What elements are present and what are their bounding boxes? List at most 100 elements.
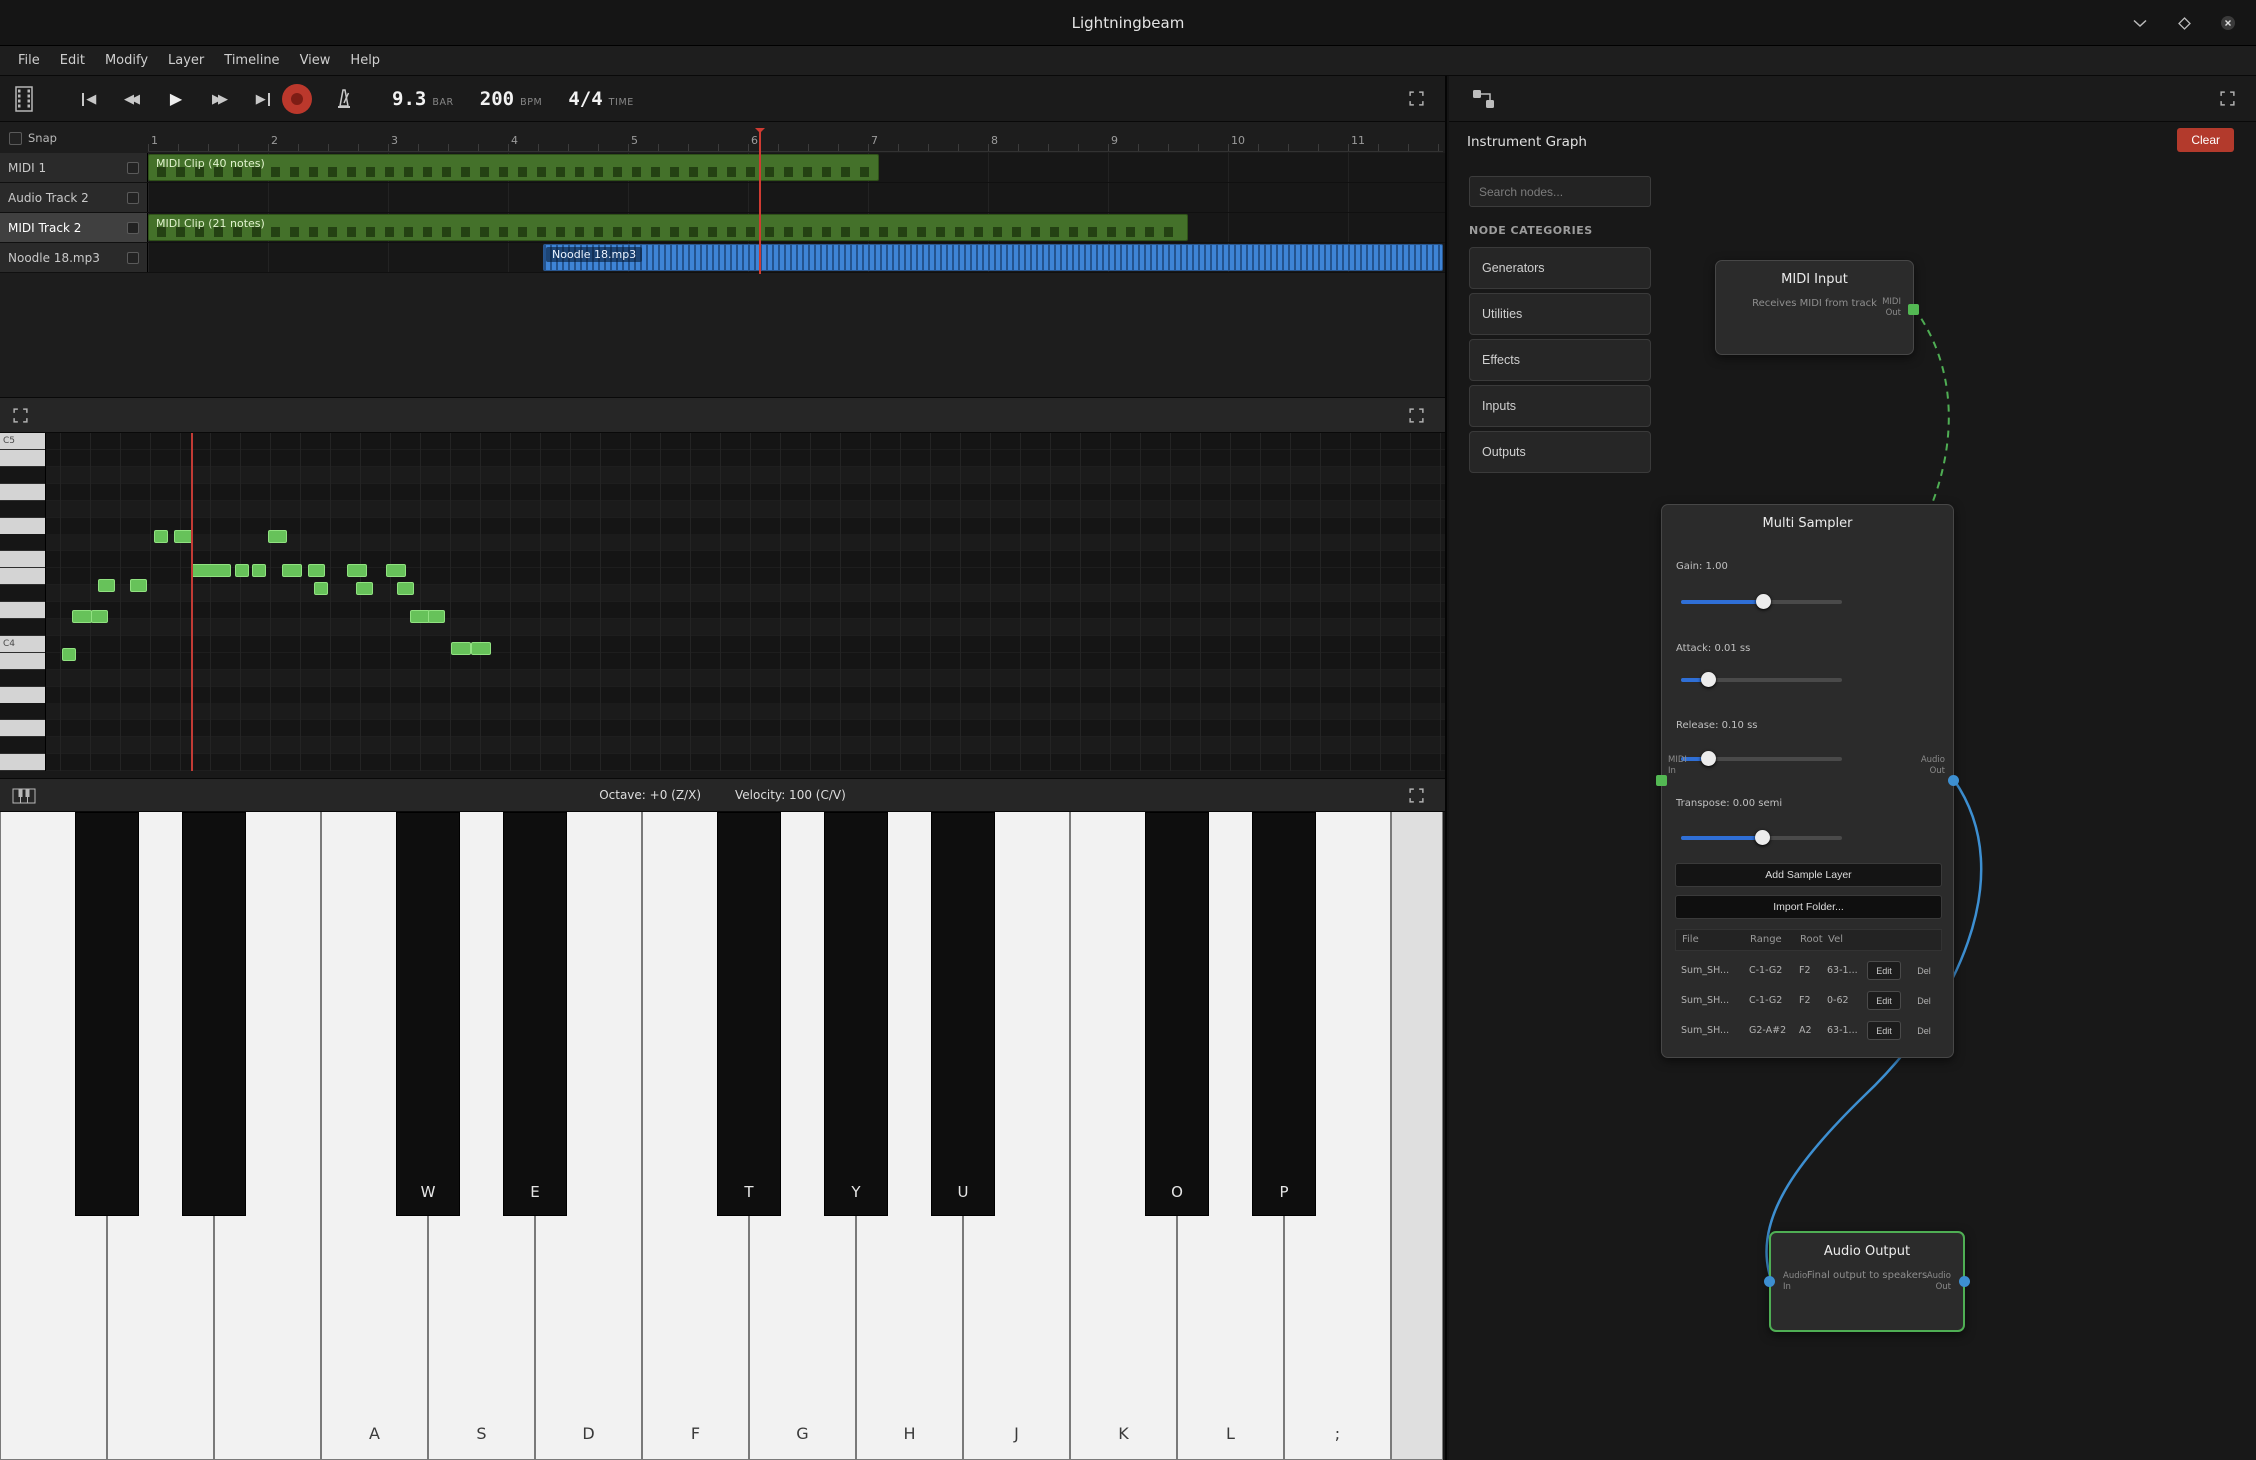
roll-key[interactable] bbox=[0, 484, 45, 501]
roll-key[interactable] bbox=[0, 619, 45, 636]
midi-note[interactable] bbox=[154, 530, 168, 543]
audio-clip[interactable]: Noodle 18.mp3 bbox=[543, 244, 1443, 271]
track-lane[interactable] bbox=[148, 183, 1445, 212]
menu-item-edit[interactable]: Edit bbox=[50, 50, 95, 71]
midi-note[interactable] bbox=[62, 648, 76, 661]
midi-note[interactable] bbox=[72, 610, 92, 623]
maximize-icon[interactable] bbox=[2174, 13, 2194, 33]
import-folder-button[interactable]: Import Folder... bbox=[1675, 895, 1942, 919]
audio-out-port[interactable] bbox=[1959, 1276, 1970, 1287]
close-icon[interactable] bbox=[2218, 13, 2238, 33]
roll-key[interactable] bbox=[0, 602, 45, 619]
expand-icon[interactable] bbox=[2219, 90, 2236, 107]
track-lane[interactable]: MIDI Clip (21 notes) bbox=[148, 213, 1445, 242]
timeline-ruler[interactable]: 1234567891011 bbox=[148, 126, 1443, 152]
roll-key[interactable] bbox=[0, 720, 45, 737]
midi-note[interactable] bbox=[471, 642, 491, 655]
delete-button[interactable]: Del bbox=[1909, 991, 1939, 1010]
midi-in-port[interactable] bbox=[1656, 775, 1667, 786]
audio-out-port[interactable] bbox=[1948, 775, 1959, 786]
roll-key[interactable] bbox=[0, 467, 45, 484]
slider-track[interactable] bbox=[1681, 757, 1842, 761]
roll-key[interactable] bbox=[0, 687, 45, 704]
menu-item-modify[interactable]: Modify bbox=[95, 50, 158, 71]
film-icon[interactable] bbox=[14, 86, 34, 116]
midi-note[interactable] bbox=[314, 582, 328, 595]
track-checkbox[interactable] bbox=[127, 222, 139, 234]
track-checkbox[interactable] bbox=[127, 192, 139, 204]
rewind-button[interactable]: ◀◀ bbox=[116, 84, 148, 114]
record-button[interactable] bbox=[282, 84, 312, 114]
roll-key[interactable]: C5 bbox=[0, 433, 45, 450]
roll-key[interactable] bbox=[0, 501, 45, 518]
track-checkbox[interactable] bbox=[127, 162, 139, 174]
midi-note[interactable] bbox=[308, 564, 325, 577]
time-signature-display[interactable]: 4/4 TIME bbox=[568, 88, 634, 110]
roll-key[interactable] bbox=[0, 703, 45, 720]
slider-handle[interactable] bbox=[1756, 594, 1771, 609]
midi-note[interactable] bbox=[191, 564, 231, 577]
menu-item-timeline[interactable]: Timeline bbox=[214, 50, 289, 71]
track-header[interactable]: MIDI 1 bbox=[0, 153, 148, 182]
track-lane[interactable]: MIDI Clip (40 notes) bbox=[148, 153, 1445, 182]
midi-clip[interactable]: MIDI Clip (21 notes) bbox=[148, 214, 1188, 241]
slider-track[interactable] bbox=[1681, 678, 1842, 682]
slider-track[interactable] bbox=[1681, 836, 1842, 840]
piano-roll-playhead[interactable] bbox=[191, 433, 193, 771]
roll-key[interactable] bbox=[0, 653, 45, 670]
slider-handle[interactable] bbox=[1701, 672, 1716, 687]
roll-key[interactable] bbox=[0, 670, 45, 687]
black-key[interactable]: T bbox=[717, 812, 781, 1216]
skip-to-end-button[interactable]: ▶ bbox=[248, 84, 280, 114]
midi-note[interactable] bbox=[235, 564, 249, 577]
roll-key[interactable] bbox=[0, 568, 45, 585]
category-inputs[interactable]: Inputs bbox=[1469, 385, 1651, 427]
midi-note[interactable] bbox=[397, 582, 414, 595]
midi-note[interactable] bbox=[130, 579, 147, 592]
midi-note[interactable] bbox=[282, 564, 302, 577]
category-effects[interactable]: Effects bbox=[1469, 339, 1651, 381]
piano-roll-grid[interactable] bbox=[0, 433, 1445, 771]
midi-note[interactable] bbox=[91, 610, 108, 623]
black-key[interactable]: U bbox=[931, 812, 995, 1216]
play-button[interactable]: ▶ bbox=[160, 84, 192, 114]
slider-handle[interactable] bbox=[1701, 751, 1716, 766]
roll-key[interactable] bbox=[0, 518, 45, 535]
roll-key[interactable]: C4 bbox=[0, 636, 45, 653]
white-key-partial[interactable] bbox=[1391, 812, 1443, 1460]
expand-icon[interactable] bbox=[1408, 787, 1425, 804]
node-multi-sampler[interactable]: Multi Sampler MIDIIn AudioOut Add Sample… bbox=[1661, 504, 1954, 1058]
roll-key[interactable] bbox=[0, 585, 45, 602]
roll-key[interactable] bbox=[0, 754, 45, 771]
category-generators[interactable]: Generators bbox=[1469, 247, 1651, 289]
track-header[interactable]: Noodle 18.mp3 bbox=[0, 243, 148, 272]
midi-note[interactable] bbox=[252, 564, 266, 577]
menu-item-file[interactable]: File bbox=[8, 50, 50, 71]
skip-to-start-button[interactable]: ◀ bbox=[72, 84, 104, 114]
midi-note[interactable] bbox=[347, 564, 367, 577]
metronome-icon[interactable] bbox=[334, 87, 354, 113]
black-key[interactable]: P bbox=[1252, 812, 1316, 1216]
menu-item-help[interactable]: Help bbox=[340, 50, 390, 71]
black-key[interactable]: Y bbox=[824, 812, 888, 1216]
midi-note[interactable] bbox=[356, 582, 373, 595]
fit-view-icon[interactable] bbox=[12, 407, 29, 424]
menu-item-view[interactable]: View bbox=[290, 50, 341, 71]
menu-item-layer[interactable]: Layer bbox=[158, 50, 214, 71]
audio-in-port[interactable] bbox=[1764, 1276, 1775, 1287]
expand-icon[interactable] bbox=[1408, 90, 1425, 107]
edit-button[interactable]: Edit bbox=[1867, 991, 1901, 1010]
expand-icon[interactable] bbox=[1408, 407, 1425, 424]
black-key[interactable]: O bbox=[1145, 812, 1209, 1216]
black-key[interactable]: W bbox=[396, 812, 460, 1216]
snap-checkbox[interactable] bbox=[9, 132, 22, 145]
midi-note[interactable] bbox=[386, 564, 406, 577]
midi-clip[interactable]: MIDI Clip (40 notes) bbox=[148, 154, 879, 181]
track-header[interactable]: Audio Track 2 bbox=[0, 183, 148, 212]
slider-track[interactable] bbox=[1681, 600, 1842, 604]
bpm-display[interactable]: 200 BPM bbox=[480, 88, 543, 110]
black-key[interactable]: E bbox=[503, 812, 567, 1216]
category-outputs[interactable]: Outputs bbox=[1469, 431, 1651, 473]
category-utilities[interactable]: Utilities bbox=[1469, 293, 1651, 335]
node-audio-output[interactable]: Audio Output Final output to speakers Au… bbox=[1769, 1231, 1965, 1332]
